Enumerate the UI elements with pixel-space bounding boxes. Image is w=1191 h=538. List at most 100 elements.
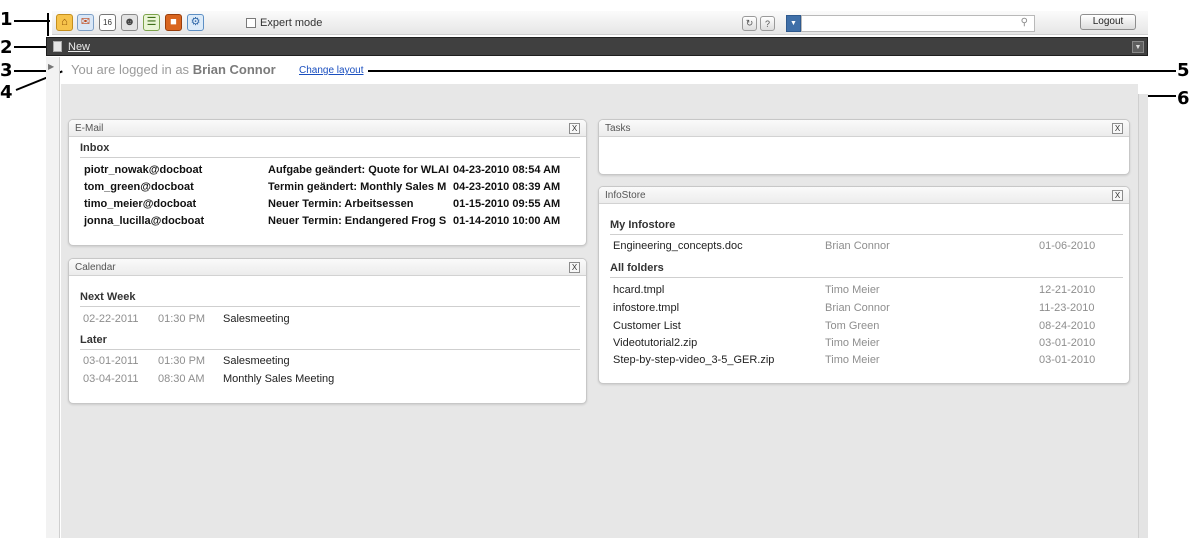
email-widget-title: E-Mail xyxy=(75,123,104,134)
logged-in-user: Brian Connor xyxy=(192,62,276,77)
calendar-widget-header[interactable]: Calendar X xyxy=(69,259,586,276)
login-status: You are logged in as Brian Connor xyxy=(71,62,276,77)
mail-subject[interactable]: Aufgabe geändert: Quote for WLAI xyxy=(268,164,449,176)
file-date: 12-21-2010 xyxy=(1039,284,1096,296)
new-button[interactable]: New xyxy=(68,41,90,53)
file-date: 11-23-2010 xyxy=(1039,302,1095,314)
appointment-title[interactable]: Salesmeeting xyxy=(223,355,290,367)
appointment-date: 03-04-2011 xyxy=(83,373,139,385)
next-week-heading: Next Week xyxy=(80,291,136,303)
tasks-widget-close-button[interactable]: X xyxy=(1112,123,1123,134)
mail-subject[interactable]: Neuer Termin: Arbeitsessen xyxy=(268,198,414,210)
infostore-widget-title: InfoStore xyxy=(605,190,646,201)
expert-mode-label: Expert mode xyxy=(260,17,323,29)
infostore-widget: InfoStore X My Infostore Engineering_con… xyxy=(598,186,1130,384)
inbox-heading: Inbox xyxy=(80,142,110,154)
my-infostore-heading: My Infostore xyxy=(610,219,676,231)
logout-button[interactable]: Logout xyxy=(1080,14,1136,30)
callout-number-5: 5 xyxy=(1177,60,1190,81)
email-widget: E-Mail X Inbox piotr_nowak@docboat Aufga… xyxy=(68,119,587,246)
callout-number-3: 3 xyxy=(0,60,13,81)
callout-number-1: 1 xyxy=(0,9,13,30)
later-divider xyxy=(80,349,580,350)
tasks-widget-title: Tasks xyxy=(605,123,631,134)
sidebar-toggle[interactable]: ▶ xyxy=(46,57,60,538)
file-owner: Brian Connor xyxy=(825,240,890,252)
mail-date: 04-23-2010 08:39 AM xyxy=(453,181,561,193)
mail-sender[interactable]: timo_meier@docboat xyxy=(84,198,196,210)
mail-date: 04-23-2010 08:54 AM xyxy=(453,164,561,176)
callout-line-3 xyxy=(14,70,47,72)
infostore-widget-header[interactable]: InfoStore X xyxy=(599,187,1129,204)
my-infostore-divider xyxy=(610,234,1123,235)
email-icon[interactable]: ✉ xyxy=(77,14,94,31)
file-name[interactable]: Engineering_concepts.doc xyxy=(613,240,743,252)
mail-sender[interactable]: tom_green@docboat xyxy=(84,181,194,193)
infostore-widget-close-button[interactable]: X xyxy=(1112,190,1123,201)
file-owner: Brian Connor xyxy=(825,302,890,314)
mail-subject[interactable]: Termin geändert: Monthly Sales M xyxy=(268,181,446,193)
file-name[interactable]: Step-by-step-video_3-5_GER.zip xyxy=(613,354,774,366)
later-heading: Later xyxy=(80,334,107,346)
search-input[interactable]: ⚲ xyxy=(801,15,1035,32)
callout-number-6: 6 xyxy=(1177,88,1190,109)
tasks-widget: Tasks X xyxy=(598,119,1130,175)
file-owner: Timo Meier xyxy=(825,354,880,366)
right-scrollbar[interactable] xyxy=(1138,94,1148,538)
file-owner: Timo Meier xyxy=(825,284,880,296)
top-toolbar: ⌂ ✉ 16 ☻ ☰ ■ ⚙ Expert mode ↻ ? ▼ ⚲ Logou… xyxy=(52,11,1148,35)
mail-subject[interactable]: Neuer Termin: Endangered Frog S xyxy=(268,215,446,227)
tasks-icon[interactable]: ☰ xyxy=(143,14,160,31)
appointment-time: 01:30 PM xyxy=(158,313,206,325)
calendar-widget: Calendar X Next Week 02-22-2011 01:30 PM… xyxy=(68,258,587,404)
file-date: 08-24-2010 xyxy=(1039,320,1096,332)
appointment-title[interactable]: Monthly Sales Meeting xyxy=(223,373,334,385)
file-name[interactable]: Videotutorial2.zip xyxy=(613,337,697,349)
bracket-left-top xyxy=(47,13,49,36)
all-folders-divider xyxy=(610,277,1123,278)
appointment-time: 08:30 AM xyxy=(158,373,205,385)
file-name[interactable]: hcard.tmpl xyxy=(613,284,664,296)
calendar-widget-title: Calendar xyxy=(75,262,116,273)
help-button[interactable]: ? xyxy=(760,16,775,31)
mail-date: 01-14-2010 10:00 AM xyxy=(453,215,561,227)
expand-arrow-icon[interactable]: ▶ xyxy=(48,62,54,71)
email-widget-close-button[interactable]: X xyxy=(569,123,580,134)
appointment-date: 02-22-2011 xyxy=(83,313,139,325)
contacts-icon[interactable]: ☻ xyxy=(121,14,138,31)
file-name[interactable]: infostore.tmpl xyxy=(613,302,679,314)
file-date: 01-06-2010 xyxy=(1039,240,1096,252)
home-icon[interactable]: ⌂ xyxy=(56,14,73,31)
login-status-prefix: You are logged in as xyxy=(71,62,190,77)
new-toolbar: New ▼ xyxy=(46,37,1148,56)
callout-line-2 xyxy=(14,46,47,48)
next-week-divider xyxy=(80,306,580,307)
file-name[interactable]: Customer List xyxy=(613,320,681,332)
mail-sender[interactable]: piotr_nowak@docboat xyxy=(84,164,202,176)
change-layout-link[interactable]: Change layout xyxy=(299,65,364,76)
file-owner: Timo Meier xyxy=(825,337,880,349)
appointment-title[interactable]: Salesmeeting xyxy=(223,313,290,325)
mail-date: 01-15-2010 09:55 AM xyxy=(453,198,561,210)
mail-sender[interactable]: jonna_lucilla@docboat xyxy=(84,215,204,227)
inbox-divider xyxy=(80,157,580,158)
settings-icon[interactable]: ⚙ xyxy=(187,14,204,31)
callout-line-1 xyxy=(14,20,50,22)
file-owner: Tom Green xyxy=(825,320,880,332)
new-document-icon[interactable] xyxy=(53,41,62,52)
newbar-dropdown-icon[interactable]: ▼ xyxy=(1132,41,1144,53)
file-date: 03-01-2010 xyxy=(1039,337,1096,349)
infostore-icon[interactable]: ■ xyxy=(165,14,182,31)
appointment-date: 03-01-2011 xyxy=(83,355,139,367)
tasks-widget-header[interactable]: Tasks X xyxy=(599,120,1129,137)
calendar-widget-close-button[interactable]: X xyxy=(569,262,580,273)
calendar-icon[interactable]: 16 xyxy=(99,14,116,31)
appointment-time: 01:30 PM xyxy=(158,355,206,367)
email-widget-header[interactable]: E-Mail X xyxy=(69,120,586,137)
expert-mode-checkbox[interactable] xyxy=(246,18,256,28)
callout-number-4: 4 xyxy=(0,82,13,103)
search-icon[interactable]: ⚲ xyxy=(1021,17,1028,28)
search-dropdown-button[interactable]: ▼ xyxy=(786,15,801,32)
refresh-icon[interactable]: ↻ xyxy=(742,16,757,31)
callout-line-5 xyxy=(368,70,1176,72)
